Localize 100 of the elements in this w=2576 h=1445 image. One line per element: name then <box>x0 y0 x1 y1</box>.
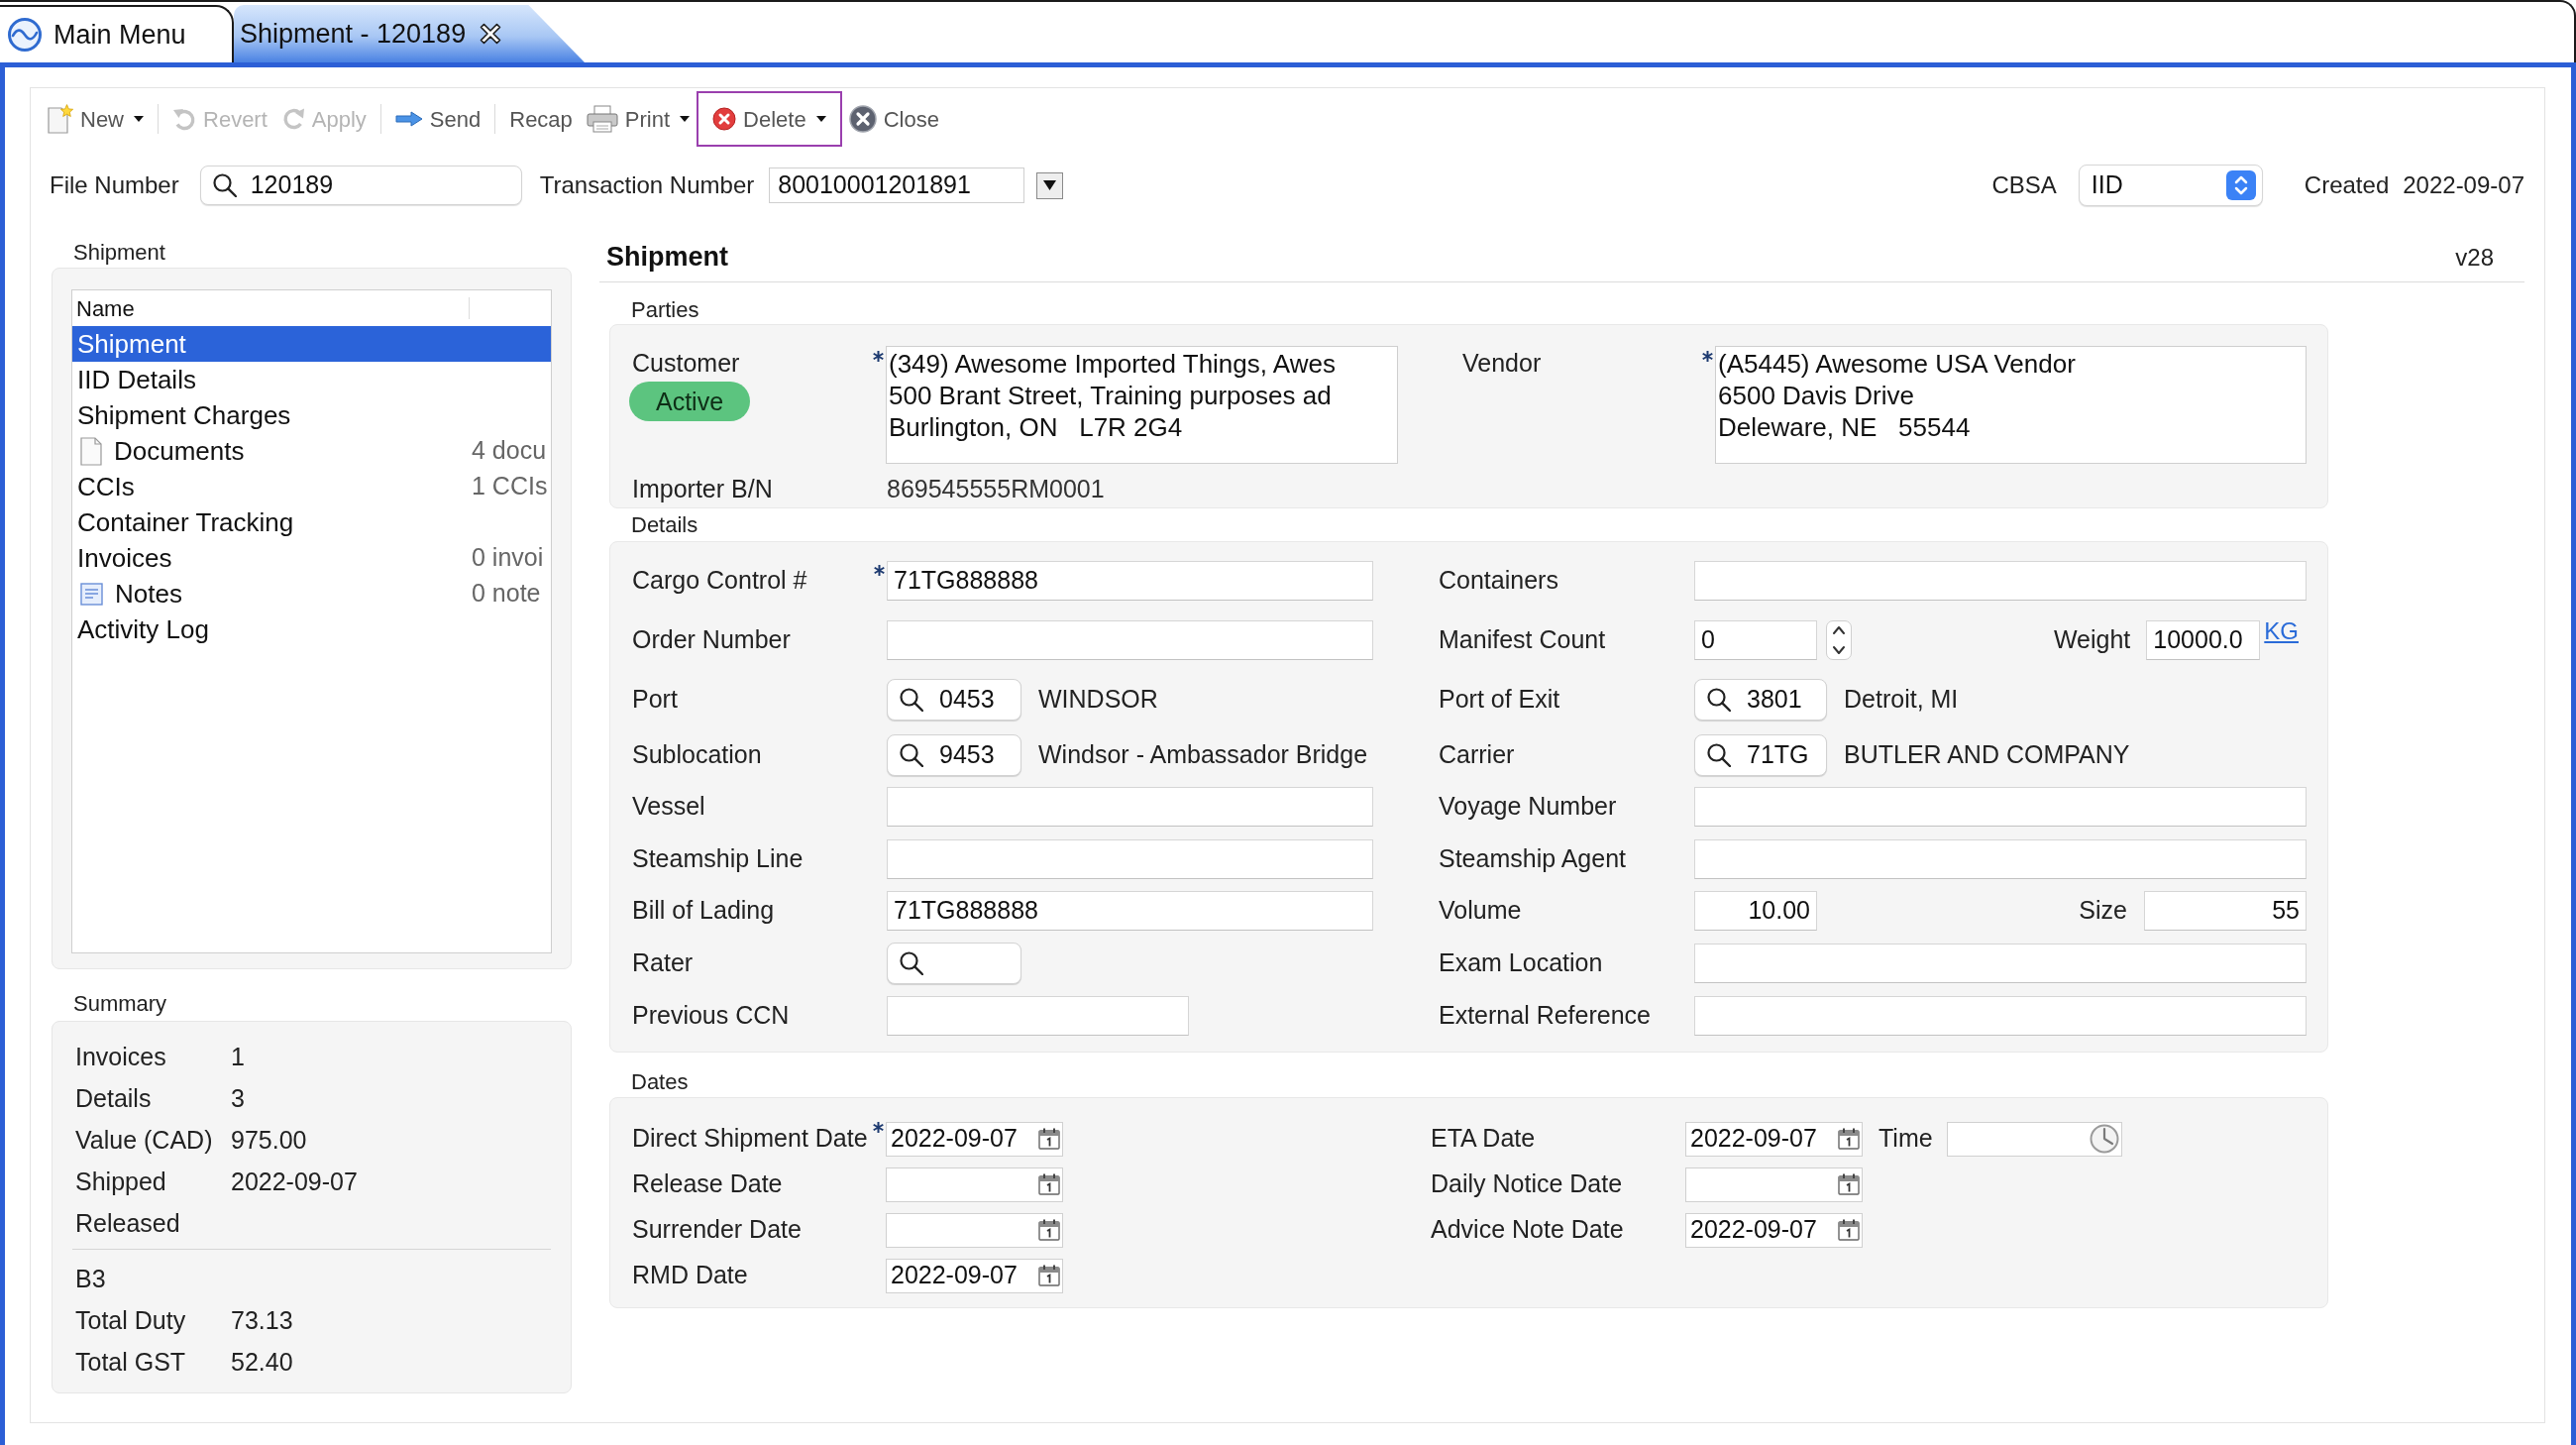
text-field[interactable] <box>1694 943 2307 983</box>
time-field[interactable] <box>1946 1121 2122 1157</box>
section-title: Shipment <box>72 239 166 267</box>
calendar-icon <box>1838 1173 1860 1195</box>
clock-icon <box>2089 1124 2119 1154</box>
summary-value: 52.40 <box>231 1347 293 1379</box>
address-field[interactable]: (349) Awesome Imported Things, Awes 500 Brant Street, Training purposes ad Burlington, ON L7R 2G4 <box>886 346 1398 464</box>
text-field[interactable] <box>887 995 1189 1036</box>
date-field[interactable] <box>1685 1167 1863 1202</box>
field-label: Vendor <box>1462 348 1542 379</box>
summary-label: Shipped <box>75 1167 167 1198</box>
lookup-field[interactable]: 71TG <box>1694 733 1827 776</box>
document-icon <box>80 436 102 466</box>
summary-value: 2022-09-07 <box>231 1167 358 1198</box>
text-field[interactable] <box>1694 561 2307 601</box>
print-button[interactable]: Print <box>579 99 698 139</box>
field-label: ETA Date <box>1431 1123 1537 1155</box>
navigation-item[interactable]: Documents 4 docu <box>72 433 551 469</box>
file-number-field[interactable]: 120189 <box>199 166 522 205</box>
lookup-field[interactable] <box>887 942 1021 984</box>
calendar-icon <box>1838 1219 1860 1241</box>
summary-label: Details <box>75 1083 153 1115</box>
navigation-item[interactable]: CCIs 1 CCIs <box>72 469 551 504</box>
text-field[interactable] <box>1694 787 2307 827</box>
close-button[interactable]: Close <box>841 99 946 139</box>
item-count: 0 note <box>472 578 541 610</box>
field-label: RMD Date <box>632 1260 749 1291</box>
text-field[interactable]: 71TG888888 <box>887 891 1373 931</box>
summary-value: 73.13 <box>231 1305 293 1337</box>
number-field[interactable]: 10000.0 <box>2146 620 2261 660</box>
text-field[interactable]: 71TG888888 <box>887 561 1373 601</box>
form-title: Shipment <box>606 241 728 275</box>
number-field[interactable]: 55 <box>2144 891 2307 931</box>
transaction-number-field[interactable]: 80010001201891 <box>769 167 1025 203</box>
field-label: Port <box>632 684 679 716</box>
calendar-icon <box>1038 1173 1060 1195</box>
delete-button[interactable]: Delete <box>697 91 842 147</box>
tab[interactable]: Main Menu <box>0 5 234 62</box>
field-label: CBSA <box>1991 170 2057 200</box>
number-field[interactable]: 10.00 <box>1694 891 1817 931</box>
field-label: Manifest Count <box>1439 624 1607 656</box>
navigation-item[interactable]: Shipment Charges <box>72 397 551 433</box>
close-icon <box>848 105 877 133</box>
field-label: Voyage Number <box>1439 791 1618 823</box>
new-document-icon <box>48 104 73 134</box>
undo-arrow-icon <box>172 107 196 131</box>
up-down-chevron-icon <box>1833 626 1845 654</box>
caret-icon <box>815 116 826 122</box>
text-field[interactable] <box>887 620 1373 660</box>
send-button[interactable]: Send <box>387 99 488 139</box>
address-field[interactable]: (A5445) Awesome USA Vendor 6500 Davis Drive Deleware, NE 55544 <box>1715 346 2307 464</box>
text-field[interactable] <box>887 787 1373 827</box>
search-icon <box>900 742 923 767</box>
date-field[interactable]: 2022-09-07 <box>1685 1121 1863 1157</box>
field-label: Customer <box>632 348 740 379</box>
summary-label: Value (CAD) <box>75 1125 214 1157</box>
text-field[interactable] <box>887 838 1373 879</box>
tab[interactable]: Shipment - 120189 <box>234 5 585 62</box>
summary-label: Invoices <box>75 1042 167 1073</box>
navigation-item[interactable]: Activity Log <box>72 611 551 647</box>
caret-icon <box>680 116 691 122</box>
date-field[interactable] <box>886 1167 1063 1202</box>
text-field[interactable] <box>1694 838 2307 879</box>
delete-icon <box>712 107 737 131</box>
lookup-field[interactable]: 3801 <box>1694 679 1827 721</box>
date-field[interactable] <box>886 1212 1063 1248</box>
recap-button[interactable]: Recap <box>502 99 580 139</box>
summary-label: Released <box>75 1208 181 1240</box>
summary-label: Total GST <box>75 1347 187 1379</box>
field-label: Order Number <box>632 624 792 656</box>
close-icon[interactable] <box>480 23 502 45</box>
calendar-icon <box>1838 1128 1860 1150</box>
calendar-icon <box>1038 1128 1060 1150</box>
navigation-item[interactable]: Shipment <box>72 326 551 362</box>
item-count: 0 invoi <box>472 542 544 574</box>
calendar-icon <box>1038 1265 1060 1286</box>
lookup-field[interactable]: 9453 <box>887 733 1021 776</box>
unit-link[interactable]: KG <box>2264 613 2299 649</box>
field-label: Containers <box>1439 565 1559 597</box>
date-field[interactable]: 2022-09-07 <box>886 1121 1063 1157</box>
navigation-item[interactable]: IID Details <box>72 362 551 397</box>
field-label: Time <box>1878 1123 1933 1155</box>
date-field[interactable]: 2022-09-07 <box>886 1258 1063 1293</box>
dropdown-button[interactable] <box>1036 171 1064 199</box>
status-badge: Active <box>629 382 751 421</box>
field-value: 869545555RM0001 <box>887 474 1105 505</box>
new-button[interactable]: New <box>41 99 151 139</box>
search-icon <box>1707 688 1731 712</box>
navigation-item[interactable]: Container Tracking <box>72 504 551 540</box>
lookup-field[interactable]: 0453 <box>887 679 1021 721</box>
text-field[interactable] <box>1694 995 2307 1036</box>
number-field[interactable]: 0 <box>1694 620 1817 660</box>
navigation-item[interactable]: Notes 0 note <box>72 576 551 611</box>
field-label: Created <box>2304 170 2390 200</box>
section-title: Summary <box>72 990 168 1018</box>
stepper-button[interactable] <box>1826 620 1852 660</box>
search-icon <box>900 950 923 975</box>
cbsa-select[interactable]: IID <box>2078 165 2263 206</box>
date-field[interactable]: 2022-09-07 <box>1685 1212 1863 1248</box>
navigation-item[interactable]: Invoices 0 invoi <box>72 540 551 576</box>
